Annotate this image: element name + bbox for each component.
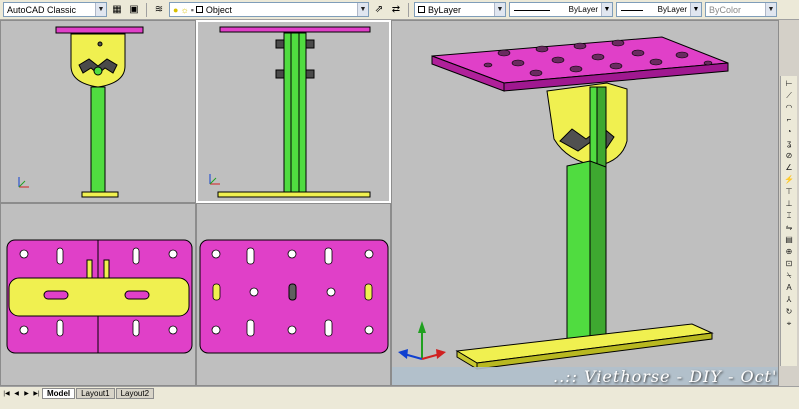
prev-tab-icon[interactable]: ◀ xyxy=(12,388,21,398)
color-combo[interactable]: ByLayer ▼ xyxy=(414,2,506,17)
status-bar xyxy=(0,399,799,409)
edit-dimension-icon[interactable]: A xyxy=(783,282,796,293)
baseline-icon[interactable]: ⊤ xyxy=(783,186,796,197)
sun-icon: ☼ xyxy=(180,4,189,15)
toolbar-divider xyxy=(146,2,147,17)
ucs-icon xyxy=(18,177,29,188)
layer-combo[interactable]: ● ☼ ▪ Object ▼ xyxy=(169,2,369,17)
linetype-combo-label: ByLayer xyxy=(568,5,598,14)
modify-toolbar: ⊢ ⟋ ◠ ⌐ ◔ ʓ ⊘ ∠ ⚡ ⊤ ⊥ ⌶ ⇋ ▤ ⊕ ⊡ ⍀ A ⅄ ↻ … xyxy=(780,76,797,366)
quick-dimension-icon[interactable]: ⚡ xyxy=(783,174,796,185)
angular-icon[interactable]: ∠ xyxy=(783,162,796,173)
chevron-down-icon: ▼ xyxy=(494,3,505,16)
continue-icon[interactable]: ⊥ xyxy=(783,198,796,209)
jogged-linear-icon[interactable]: ⍀ xyxy=(783,270,796,281)
dimension-style-icon[interactable]: ⌖ xyxy=(783,318,796,329)
toolbar: AutoCAD Classic ▼ ▦ ▣ ≋ ● ☼ ▪ Object ▼ ⇗… xyxy=(0,0,799,20)
tab-layout2[interactable]: Layout2 xyxy=(115,387,155,399)
radius-icon[interactable]: ◔ xyxy=(783,126,796,137)
layer-manager-icon[interactable]: ≋ xyxy=(152,3,166,17)
viewport-side[interactable] xyxy=(196,20,391,203)
tab-model[interactable]: Model xyxy=(42,387,76,399)
plotstyle-combo-label: ByColor xyxy=(709,4,742,15)
jogged-icon[interactable]: ʓ xyxy=(783,138,796,149)
front-view-drawing xyxy=(18,26,144,198)
toolbar-divider xyxy=(408,2,409,17)
layout-tab-bar: |◀ ◀ ▶ ▶| Model Layout1 Layout2 xyxy=(0,386,799,399)
ucs-icon xyxy=(398,321,446,360)
linear-dimension-icon[interactable]: ⊢ xyxy=(783,78,796,89)
viewport-top[interactable] xyxy=(0,203,196,386)
center-mark-icon[interactable]: ⊕ xyxy=(783,246,796,257)
aligned-dimension-icon[interactable]: ⟋ xyxy=(783,90,796,101)
ordinate-icon[interactable]: ⌐ xyxy=(783,114,796,125)
arc-length-icon[interactable]: ◠ xyxy=(783,102,796,113)
tab-layout1[interactable]: Layout1 xyxy=(76,387,115,399)
ucs-icon xyxy=(209,174,220,185)
chevron-down-icon: ▼ xyxy=(690,3,701,16)
workspace-settings-icon[interactable]: ▦ xyxy=(110,3,124,17)
space-icon[interactable]: ⌶ xyxy=(783,210,796,221)
first-tab-icon[interactable]: |◀ xyxy=(2,388,11,398)
linetype-combo[interactable]: ByLayer ▼ xyxy=(509,2,613,17)
chevron-down-icon: ▼ xyxy=(601,3,612,16)
color-square-icon xyxy=(195,6,203,13)
make-current-icon[interactable]: ⇗ xyxy=(372,3,386,17)
bottom-view-drawing xyxy=(199,239,389,354)
watermark-text: ..:: Viethorse - DIY - Oct'11 xyxy=(553,367,779,386)
lock-icon: ▪ xyxy=(190,4,194,15)
plotstyle-combo: ByColor ▼ xyxy=(705,2,777,17)
chevron-down-icon: ▼ xyxy=(765,3,776,16)
chevron-down-icon: ▼ xyxy=(95,3,106,16)
break-icon[interactable]: ⇋ xyxy=(783,222,796,233)
viewport-bottom[interactable] xyxy=(196,203,391,386)
color-combo-label: ByLayer xyxy=(428,4,462,15)
autocad-window: AutoCAD Classic ▼ ▦ ▣ ≋ ● ☼ ▪ Object ▼ ⇗… xyxy=(0,0,799,409)
chevron-down-icon: ▼ xyxy=(357,3,368,16)
viewport-front[interactable] xyxy=(0,20,196,203)
workspace-combo-label: AutoCAD Classic xyxy=(7,4,77,15)
linetype-preview xyxy=(514,10,550,11)
top-view-drawing xyxy=(6,239,193,354)
save-workspace-icon[interactable]: ▣ xyxy=(127,3,141,17)
lineweight-combo-label: ByLayer xyxy=(657,5,687,14)
isometric-view-drawing xyxy=(392,36,778,385)
last-tab-icon[interactable]: ▶| xyxy=(32,388,41,398)
side-view-drawing xyxy=(209,26,371,198)
viewport-isometric[interactable]: ..:: Viethorse - DIY - Oct'11 xyxy=(391,20,779,386)
lineweight-preview xyxy=(621,10,643,11)
edit-text-icon[interactable]: ⅄ xyxy=(783,294,796,305)
color-swatch xyxy=(418,6,425,13)
lineweight-combo[interactable]: ByLayer ▼ xyxy=(616,2,702,17)
next-tab-icon[interactable]: ▶ xyxy=(22,388,31,398)
update-icon[interactable]: ↻ xyxy=(783,306,796,317)
lightbulb-icon: ● xyxy=(173,4,179,15)
layer-previous-icon[interactable]: ⇄ xyxy=(389,3,403,17)
layer-combo-label: Object xyxy=(205,4,232,15)
inspect-icon[interactable]: ⊡ xyxy=(783,258,796,269)
diameter-icon[interactable]: ⊘ xyxy=(783,150,796,161)
tolerance-icon[interactable]: ▤ xyxy=(783,234,796,245)
workspace-combo[interactable]: AutoCAD Classic ▼ xyxy=(3,2,107,17)
